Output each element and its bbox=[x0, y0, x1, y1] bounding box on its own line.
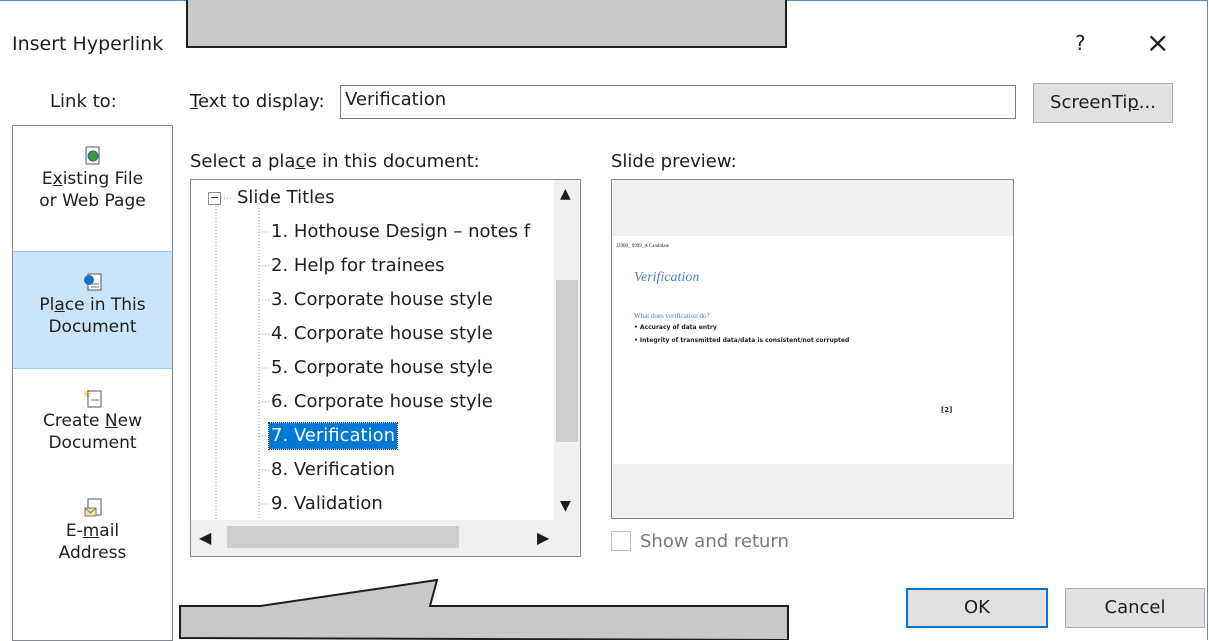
web-page-icon bbox=[85, 146, 99, 165]
sidebar-item-place-in-document[interactable]: Place in This Document bbox=[13, 251, 172, 369]
slide-header: J2900_ 9999_A Candidate bbox=[616, 244, 670, 249]
cancel-button[interactable]: Cancel bbox=[1065, 588, 1205, 628]
sidebar-item-email-address[interactable]: E-mail Address bbox=[13, 498, 172, 564]
text-to-display-input[interactable]: Verification bbox=[340, 85, 1016, 119]
document-place-icon bbox=[83, 273, 101, 291]
scroll-down-icon[interactable]: ▼ bbox=[560, 498, 571, 514]
show-and-return-label: Show and return bbox=[640, 531, 789, 552]
close-button[interactable]: × bbox=[1146, 26, 1169, 59]
horizontal-scroll-thumb[interactable] bbox=[227, 526, 459, 548]
slide-bullet: • Accuracy of data entry bbox=[634, 324, 717, 331]
screentip-button[interactable]: ScreenTip... bbox=[1033, 83, 1173, 123]
svg-text:✳: ✳ bbox=[83, 389, 91, 400]
scroll-up-icon[interactable]: ▲ bbox=[560, 186, 571, 202]
slide-bullet: • Integrity of transmitted data/data is … bbox=[634, 337, 850, 344]
insert-hyperlink-dialog: Insert Hyperlink ? × Link to: Text to di… bbox=[0, 0, 1208, 641]
slide-question: What does verification do? bbox=[634, 312, 710, 320]
slide-preview-label: Slide preview: bbox=[611, 151, 737, 172]
tree-item[interactable]: 8. Verification bbox=[271, 457, 395, 483]
scroll-right-icon[interactable]: ▶ bbox=[537, 528, 549, 547]
tree-item[interactable]: 1. Hothouse Design – notes f bbox=[271, 219, 530, 245]
tree-item[interactable]: 9. Validation bbox=[271, 491, 383, 517]
tree-item[interactable]: 6. Corporate house style bbox=[271, 389, 493, 415]
tree-vertical-scrollbar[interactable]: ▲ ▼ bbox=[554, 180, 580, 520]
tree-item[interactable]: 5. Corporate house style bbox=[271, 355, 493, 381]
sidebar-item-existing-file[interactable]: Existing File or Web Page bbox=[13, 146, 172, 212]
tree-root-slide-titles[interactable]: Slide Titles bbox=[237, 185, 335, 211]
dialog-title: Insert Hyperlink bbox=[12, 33, 164, 55]
ok-button[interactable]: OK bbox=[906, 588, 1048, 628]
slide-thumbnail: J2900_ 9999_A Candidate Verification Wha… bbox=[612, 236, 1013, 464]
help-button[interactable]: ? bbox=[1075, 31, 1086, 55]
slide-marks: [2] bbox=[941, 406, 953, 414]
slide-preview: J2900_ 9999_A Candidate Verification Wha… bbox=[611, 179, 1014, 519]
sidebar-item-create-new-document[interactable]: ✳ Create New Document bbox=[13, 388, 172, 454]
tree-item[interactable]: 4. Corporate house style bbox=[271, 321, 493, 347]
collapse-icon[interactable]: − bbox=[208, 192, 221, 205]
text-to-display-label: Text to display: bbox=[190, 91, 325, 112]
select-place-label: Select a place in this document: bbox=[190, 151, 480, 172]
tree-item[interactable]: 3. Corporate house style bbox=[271, 287, 493, 313]
slide-title: Verification bbox=[634, 270, 700, 285]
callout-box-top bbox=[186, 0, 787, 48]
tree-horizontal-scrollbar[interactable]: ◀ ▶ bbox=[191, 520, 580, 556]
show-and-return-checkbox[interactable] bbox=[611, 531, 631, 551]
tree-item[interactable]: 2. Help for trainees bbox=[271, 253, 445, 279]
email-icon bbox=[84, 498, 101, 517]
link-to-sidebar: Existing File or Web Page Place in This … bbox=[12, 125, 173, 641]
scroll-left-icon[interactable]: ◀ bbox=[199, 528, 211, 547]
new-document-icon: ✳ bbox=[83, 389, 101, 408]
vertical-scroll-thumb[interactable] bbox=[556, 280, 578, 442]
link-to-label: Link to: bbox=[50, 91, 117, 112]
tree-item-selected[interactable]: 7. Verification bbox=[267, 422, 399, 450]
callout-box-bottom bbox=[179, 578, 789, 640]
document-place-tree[interactable]: − Slide Titles 1. Hothouse Design – note… bbox=[190, 179, 581, 557]
